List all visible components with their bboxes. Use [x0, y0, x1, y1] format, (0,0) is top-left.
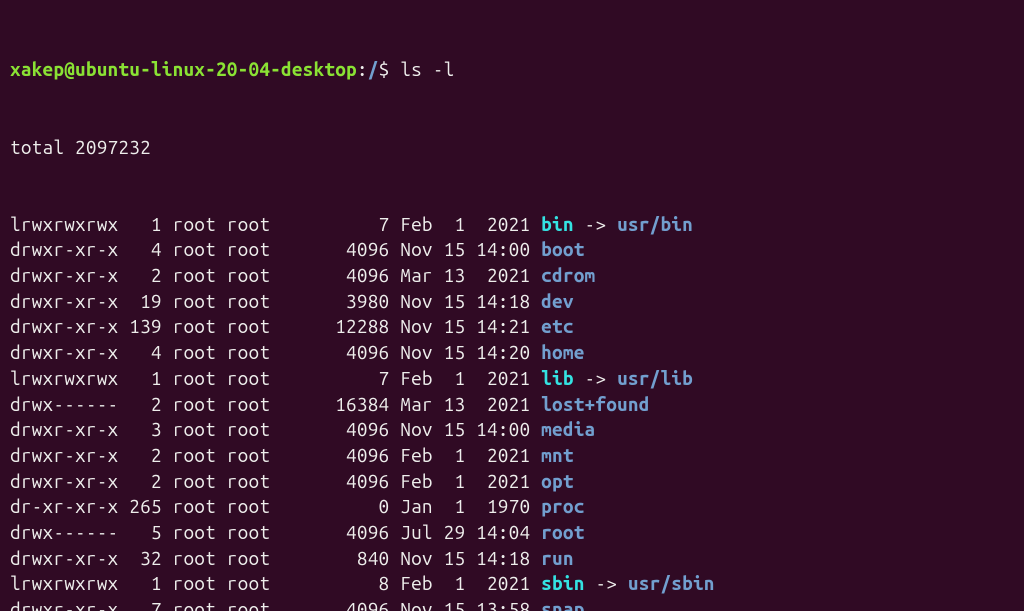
listing-row: drwxr-xr-x 32 root root 840 Nov 15 14:18… — [10, 546, 1014, 572]
listing-row: drwx------ 5 root root 4096 Jul 29 14:04… — [10, 520, 1014, 546]
listing-row: drwxr-xr-x 4 root root 4096 Nov 15 14:00… — [10, 237, 1014, 263]
listing-meta: drwxr-xr-x 139 root root 12288 Nov 15 14… — [10, 315, 541, 337]
dir-name: proc — [541, 495, 584, 517]
command-text: ls -l — [400, 58, 454, 80]
terminal[interactable]: xakep@ubuntu-linux-20-04-desktop:/$ ls -… — [0, 0, 1024, 611]
symlink-target: usr/bin — [617, 213, 693, 235]
arrow-icon: -> — [574, 213, 617, 235]
dir-name: run — [541, 547, 574, 569]
listing-row: drwxr-xr-x 2 root root 4096 Feb 1 2021 m… — [10, 443, 1014, 469]
dir-name: boot — [541, 238, 584, 260]
prompt-line: xakep@ubuntu-linux-20-04-desktop:/$ ls -… — [10, 57, 1014, 83]
listing-row: drwxr-xr-x 4 root root 4096 Nov 15 14:20… — [10, 340, 1014, 366]
dir-name: dev — [541, 290, 574, 312]
listing-meta: drwxr-xr-x 4 root root 4096 Nov 15 14:20 — [10, 341, 541, 363]
symlink-name: bin — [541, 213, 574, 235]
dir-name: etc — [541, 315, 574, 337]
listing-row: drwxr-xr-x 2 root root 4096 Feb 1 2021 o… — [10, 469, 1014, 495]
listing-meta: drwxr-xr-x 7 root root 4096 Nov 15 13:58 — [10, 598, 541, 611]
dir-name: snap — [541, 598, 584, 611]
dir-name: mnt — [541, 444, 574, 466]
dir-name: cdrom — [541, 264, 595, 286]
listing-row: lrwxrwxrwx 1 root root 7 Feb 1 2021 lib … — [10, 366, 1014, 392]
cwd: / — [368, 58, 379, 80]
listing-meta: drwxr-xr-x 2 root root 4096 Feb 1 2021 — [10, 444, 541, 466]
listing-meta: drwxr-xr-x 19 root root 3980 Nov 15 14:1… — [10, 290, 541, 312]
symlink-name: lib — [541, 367, 574, 389]
listing-meta: drwxr-xr-x 2 root root 4096 Mar 13 2021 — [10, 264, 541, 286]
symlink-name: sbin — [541, 572, 584, 594]
arrow-icon: -> — [585, 572, 628, 594]
listing-row: dr-xr-xr-x 265 root root 0 Jan 1 1970 pr… — [10, 494, 1014, 520]
dir-name: opt — [541, 470, 574, 492]
prompt-sigil: $ — [379, 58, 401, 80]
listing-row: drwxr-xr-x 7 root root 4096 Nov 15 13:58… — [10, 597, 1014, 611]
listing-meta: drwxr-xr-x 4 root root 4096 Nov 15 14:00 — [10, 238, 541, 260]
listing-meta: lrwxrwxrwx 1 root root 8 Feb 1 2021 — [10, 572, 541, 594]
listing-meta: lrwxrwxrwx 1 root root 7 Feb 1 2021 — [10, 213, 541, 235]
total-line: total 2097232 — [10, 135, 1014, 161]
listing-row: lrwxrwxrwx 1 root root 7 Feb 1 2021 bin … — [10, 212, 1014, 238]
symlink-target: usr/sbin — [628, 572, 715, 594]
file-listing: lrwxrwxrwx 1 root root 7 Feb 1 2021 bin … — [10, 212, 1014, 611]
listing-row: lrwxrwxrwx 1 root root 8 Feb 1 2021 sbin… — [10, 571, 1014, 597]
listing-meta: drwxr-xr-x 2 root root 4096 Feb 1 2021 — [10, 470, 541, 492]
arrow-icon: -> — [574, 367, 617, 389]
symlink-target: usr/lib — [617, 367, 693, 389]
listing-row: drwxr-xr-x 19 root root 3980 Nov 15 14:1… — [10, 289, 1014, 315]
listing-meta: drwx------ 5 root root 4096 Jul 29 14:04 — [10, 521, 541, 543]
listing-meta: lrwxrwxrwx 1 root root 7 Feb 1 2021 — [10, 367, 541, 389]
listing-row: drwxr-xr-x 3 root root 4096 Nov 15 14:00… — [10, 417, 1014, 443]
dir-name: lost+found — [541, 393, 649, 415]
dir-name: media — [541, 418, 595, 440]
listing-meta: dr-xr-xr-x 265 root root 0 Jan 1 1970 — [10, 495, 541, 517]
listing-meta: drwxr-xr-x 3 root root 4096 Nov 15 14:00 — [10, 418, 541, 440]
listing-row: drwxr-xr-x 2 root root 4096 Mar 13 2021 … — [10, 263, 1014, 289]
listing-meta: drwxr-xr-x 32 root root 840 Nov 15 14:18 — [10, 547, 541, 569]
dir-name: home — [541, 341, 584, 363]
listing-row: drwx------ 2 root root 16384 Mar 13 2021… — [10, 392, 1014, 418]
colon: : — [357, 58, 368, 80]
user-host: xakep@ubuntu-linux-20-04-desktop — [10, 58, 357, 80]
dir-name: root — [541, 521, 584, 543]
listing-meta: drwx------ 2 root root 16384 Mar 13 2021 — [10, 393, 541, 415]
listing-row: drwxr-xr-x 139 root root 12288 Nov 15 14… — [10, 314, 1014, 340]
